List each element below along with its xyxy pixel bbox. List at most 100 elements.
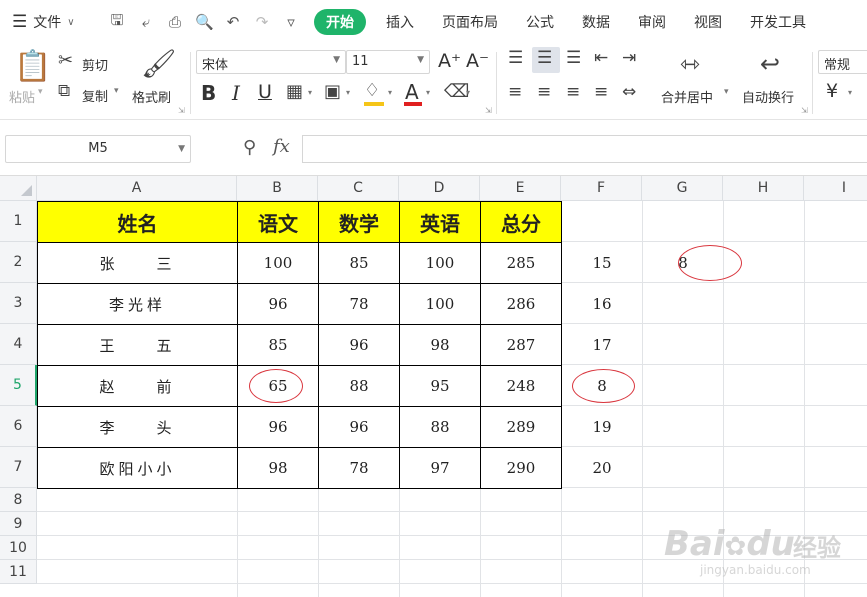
distributed-icon[interactable]: ⇔ bbox=[622, 84, 636, 101]
table-cell-math[interactable]: 96 bbox=[318, 406, 400, 448]
row-header-11[interactable]: 11 bbox=[0, 560, 37, 584]
row-header-10[interactable]: 10 bbox=[0, 536, 37, 560]
align-top-icon[interactable]: ☰ bbox=[508, 50, 523, 67]
column-header-d[interactable]: D bbox=[399, 176, 480, 201]
name-box[interactable]: M5 ▼ bbox=[5, 135, 191, 163]
tab-review[interactable]: 审阅 bbox=[638, 12, 666, 32]
table-cell-total[interactable]: 287 bbox=[480, 324, 562, 366]
formula-input[interactable] bbox=[302, 135, 867, 163]
number-format-select[interactable]: 常规 bbox=[818, 50, 867, 74]
cell-f[interactable]: 16 bbox=[561, 283, 643, 325]
customize-dropdown-icon[interactable]: ▿ bbox=[282, 13, 300, 31]
table-cell-total[interactable]: 285 bbox=[480, 242, 562, 284]
row-header-8[interactable]: 8 bbox=[0, 488, 37, 512]
font-size-select[interactable]: 11 ▼ bbox=[346, 50, 430, 74]
cell-f[interactable]: 20 bbox=[561, 447, 643, 489]
table-header-cell[interactable]: 数学 bbox=[318, 201, 400, 243]
table-header-cell[interactable]: 总分 bbox=[480, 201, 562, 243]
paste-button-label[interactable]: 粘贴 bbox=[9, 87, 35, 106]
table-cell-chinese[interactable]: 85 bbox=[237, 324, 319, 366]
copy-dropdown-icon[interactable]: ▾ bbox=[114, 86, 119, 96]
table-cell-name[interactable]: 王 五 bbox=[37, 324, 238, 366]
column-header-i[interactable]: I bbox=[804, 176, 867, 201]
table-cell-name[interactable]: 李 头 bbox=[37, 406, 238, 448]
print-preview-icon[interactable]: 🔍 bbox=[195, 13, 214, 31]
file-menu[interactable]: ☰ 文件 ∨ bbox=[0, 12, 100, 32]
fx-icon[interactable]: fx bbox=[273, 136, 290, 157]
font-launcher-icon[interactable]: ⇲ bbox=[485, 106, 492, 115]
align-center-icon[interactable]: ≡ bbox=[537, 84, 551, 101]
decrease-indent-icon[interactable]: ⇤ bbox=[594, 50, 608, 67]
tab-insert[interactable]: 插入 bbox=[386, 12, 414, 32]
row-header-9[interactable]: 9 bbox=[0, 512, 37, 536]
table-header-cell[interactable]: 英语 bbox=[399, 201, 481, 243]
print-icon[interactable]: ⎙ bbox=[166, 13, 184, 31]
table-cell-name[interactable]: 李光样 bbox=[37, 283, 238, 325]
merge-center-button[interactable]: 合并居中 bbox=[661, 87, 713, 106]
table-cell-name[interactable]: 欧阳小小 bbox=[37, 447, 238, 489]
select-all-corner[interactable] bbox=[0, 176, 37, 201]
clipboard-launcher-icon[interactable]: ⇲ bbox=[178, 106, 185, 115]
align-left-icon[interactable]: ≡ bbox=[508, 84, 522, 101]
column-header-c[interactable]: C bbox=[318, 176, 399, 201]
cell-f[interactable]: 15 bbox=[561, 242, 643, 284]
table-cell-english[interactable]: 95 bbox=[399, 365, 481, 407]
cell-f[interactable]: 17 bbox=[561, 324, 643, 366]
table-cell-english[interactable]: 100 bbox=[399, 283, 481, 325]
align-bottom-icon[interactable]: ☰ bbox=[566, 50, 581, 67]
table-cell-name[interactable]: 张 三 bbox=[37, 242, 238, 284]
bold-button[interactable]: B bbox=[201, 81, 216, 105]
cell-f[interactable]: 19 bbox=[561, 406, 643, 448]
font-color-dropdown-icon[interactable]: ▾ bbox=[426, 88, 430, 97]
row-header-4[interactable]: 4 bbox=[0, 324, 37, 365]
table-cell-chinese[interactable]: 96 bbox=[237, 406, 319, 448]
table-cell-english[interactable]: 88 bbox=[399, 406, 481, 448]
increase-font-size-button[interactable]: A⁺ bbox=[438, 50, 461, 72]
column-header-e[interactable]: E bbox=[480, 176, 561, 201]
align-middle-icon[interactable]: ☰ bbox=[537, 50, 552, 67]
paste-icon[interactable]: 📋 bbox=[14, 52, 51, 82]
row-header-3[interactable]: 3 bbox=[0, 283, 37, 324]
table-cell-math[interactable]: 88 bbox=[318, 365, 400, 407]
table-cell-chinese[interactable]: 98 bbox=[237, 447, 319, 489]
tab-view[interactable]: 视图 bbox=[694, 12, 722, 32]
format-painter-button[interactable]: 格式刷 bbox=[132, 87, 171, 106]
table-cell-chinese[interactable]: 100 bbox=[237, 242, 319, 284]
currency-button[interactable]: ¥ bbox=[826, 80, 838, 102]
tab-page-layout[interactable]: 页面布局 bbox=[442, 12, 498, 32]
increase-indent-icon[interactable]: ⇥ bbox=[622, 50, 636, 67]
borders-dropdown-icon[interactable]: ▾ bbox=[308, 88, 312, 97]
column-header-h[interactable]: H bbox=[723, 176, 804, 201]
table-cell-total[interactable]: 248 bbox=[480, 365, 562, 407]
table-cell-math[interactable]: 96 bbox=[318, 324, 400, 366]
tab-formulas[interactable]: 公式 bbox=[526, 12, 554, 32]
merge-center-icon[interactable]: ⇿ bbox=[680, 52, 700, 76]
undo-icon[interactable]: ↶ bbox=[224, 13, 242, 31]
merge-dropdown-icon[interactable]: ▾ bbox=[724, 87, 729, 97]
underline-button[interactable]: U bbox=[258, 81, 272, 103]
tab-data[interactable]: 数据 bbox=[582, 12, 610, 32]
decrease-font-size-button[interactable]: A⁻ bbox=[466, 50, 489, 72]
row-header-5[interactable]: 5 bbox=[0, 365, 37, 406]
currency-dropdown-icon[interactable]: ▾ bbox=[848, 88, 852, 97]
export-icon[interactable]: ⤶ bbox=[137, 13, 155, 31]
table-cell-math[interactable]: 85 bbox=[318, 242, 400, 284]
table-cell-math[interactable]: 78 bbox=[318, 447, 400, 489]
table-cell-total[interactable]: 290 bbox=[480, 447, 562, 489]
column-header-b[interactable]: B bbox=[237, 176, 318, 201]
row-header-2[interactable]: 2 bbox=[0, 242, 37, 283]
table-cell-total[interactable]: 286 bbox=[480, 283, 562, 325]
table-cell-english[interactable]: 98 bbox=[399, 324, 481, 366]
table-cell-english[interactable]: 100 bbox=[399, 242, 481, 284]
table-cell-total[interactable]: 289 bbox=[480, 406, 562, 448]
wrap-text-icon[interactable]: ↩ bbox=[760, 52, 780, 76]
zoom-icon[interactable]: ⚲ bbox=[243, 137, 256, 158]
table-cell-name[interactable]: 赵 前 bbox=[37, 365, 238, 407]
borders-icon[interactable]: ▦ bbox=[286, 83, 303, 101]
cell-style-dropdown-icon[interactable]: ▾ bbox=[346, 88, 350, 97]
alignment-launcher-icon[interactable]: ⇲ bbox=[801, 106, 808, 115]
align-right-icon[interactable]: ≡ bbox=[566, 84, 580, 101]
table-cell-math[interactable]: 78 bbox=[318, 283, 400, 325]
table-cell-english[interactable]: 97 bbox=[399, 447, 481, 489]
column-header-g[interactable]: G bbox=[642, 176, 723, 201]
